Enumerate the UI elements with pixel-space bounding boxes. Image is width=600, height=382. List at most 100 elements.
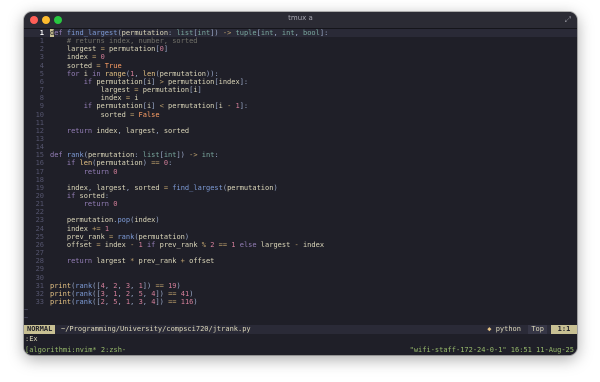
code-line[interactable]: 9 if permutation[i] < permutation[i - 1]… (24, 102, 577, 110)
code-line[interactable]: 27 (24, 249, 577, 257)
code-text: def rank(permutation: list[int]) -> int: (50, 151, 219, 160)
code-line[interactable]: 24 index += 1 (24, 225, 577, 233)
code-text: if len(permutation) == 0: (66, 159, 173, 168)
line-number: 33 (35, 297, 44, 306)
tmux-status-right: "wifi-staff-172-24-0-1" 16:51 11-Aug-25 (409, 346, 574, 354)
line-number: 2 (39, 45, 44, 54)
code-line[interactable]: 2 largest = permutation[0] (24, 45, 577, 53)
line-number: 18 (35, 175, 44, 184)
code-text: return largest * prev_rank + offset (66, 257, 215, 266)
line-number: 1 (39, 37, 44, 46)
line-number: 28 (35, 257, 44, 266)
code-text: sorted = False (50, 110, 160, 119)
code-text: return 0 (83, 167, 118, 176)
code-text: index = 0 (50, 53, 105, 62)
current-code-line[interactable]: 1 def find_largest(permutation: list[int]… (24, 29, 577, 38)
mode-indicator: NORMAL (24, 325, 56, 334)
code-line[interactable]: 21 return 0 (24, 200, 577, 208)
code-line[interactable]: 3 index = 0 (24, 53, 577, 61)
line-number: 19 (35, 183, 44, 192)
line-number: 30 (35, 273, 44, 282)
fullscreen-icon[interactable]: ⤢ (565, 15, 571, 25)
code-line[interactable]: 5 for i in range(1, len(permutation)): (24, 70, 577, 78)
tilde-marker: ~ (24, 306, 29, 315)
tilde-marker: ~ (24, 314, 29, 323)
code-line[interactable]: 19 index, largest, sorted = find_largest… (24, 184, 577, 192)
code-text: index += 1 (50, 224, 110, 233)
code-line[interactable]: 15 def rank(permutation: list[int]) -> in… (24, 151, 577, 159)
line-number: 29 (35, 265, 44, 274)
code-text: offset = index - 1 if prev_rank % 2 == 1… (50, 240, 325, 249)
code-line[interactable]: 8 index = i (24, 94, 577, 102)
code-text: print(rank([2, 5, 1, 3, 4]) == 116) (50, 297, 198, 306)
line-number: 15 (35, 151, 44, 160)
code-line[interactable]: 32 print(rank([3, 1, 2, 5, 4]) == 41) (24, 290, 577, 298)
code-line[interactable]: 31 print(rank([4, 2, 3, 1]) == 19) (24, 282, 577, 290)
code-line[interactable]: 12 return index, largest, sorted (24, 127, 577, 135)
code-line[interactable]: 26 offset = index - 1 if prev_rank % 2 =… (24, 241, 577, 249)
code-line[interactable]: 1 # returns index, number, sorted (24, 37, 577, 45)
line-number: 1 (39, 29, 44, 37)
code-line[interactable]: 20 if sorted: (24, 192, 577, 200)
line-number: 8 (39, 94, 44, 103)
code-text: largest = permutation[0] (50, 45, 169, 54)
code-line[interactable]: 11 (24, 119, 577, 127)
line-number: 27 (35, 249, 44, 258)
code-text: def find_largest(permutation: list[int])… (50, 29, 329, 37)
line-number: 17 (35, 167, 44, 176)
line-number: 20 (35, 192, 44, 200)
code-line[interactable]: 17 return 0 (24, 168, 577, 176)
editor-buffer[interactable]: 1 def find_largest(permutation: list[int]… (24, 29, 577, 335)
code-line[interactable]: 18 (24, 176, 577, 184)
line-number: 10 (35, 110, 44, 119)
status-line: NORMAL ~/Programming/University/compsci7… (24, 325, 577, 334)
line-number: 13 (35, 134, 44, 143)
code-line[interactable]: 14 (24, 143, 577, 151)
code-text: if sorted: (66, 192, 110, 200)
code-line[interactable]: 28 return largest * prev_rank + offset (24, 257, 577, 265)
code-line[interactable]: 22 (24, 208, 577, 216)
line-number: 7 (39, 86, 44, 95)
code-text: prev_rank = rank(permutation) (50, 232, 190, 241)
code-line[interactable]: 6 if permutation[i] > permutation[index]… (24, 78, 577, 86)
code-line[interactable]: 4 sorted = True (24, 62, 577, 70)
line-number: 14 (35, 143, 44, 152)
python-icon: ◆ (487, 325, 492, 333)
code-text: index = i (50, 94, 139, 103)
line-number: 4 (39, 61, 44, 70)
line-number: 11 (35, 118, 44, 127)
code-line[interactable]: 16 if len(permutation) == 0: (24, 159, 577, 167)
code-text: if permutation[i] < permutation[i - 1]: (83, 102, 249, 111)
line-number: 21 (35, 200, 44, 209)
tmux-status-bar: [algorithmi:nvim* 2:zsh- "wifi-staff-172… (24, 345, 577, 355)
line-number: 25 (35, 232, 44, 241)
code-text: return index, largest, sorted (66, 126, 190, 135)
code-text: permutation.pop(index) (50, 216, 160, 225)
line-number: 12 (35, 126, 44, 135)
code-line[interactable]: 10 sorted = False (24, 111, 577, 119)
code-text: index, largest, sorted = find_largest(pe… (50, 183, 278, 192)
code-text: print(rank([3, 1, 2, 5, 4]) == 41) (50, 289, 194, 298)
line-number: 6 (39, 77, 44, 86)
line-number: 9 (39, 102, 44, 111)
line-number: 5 (39, 69, 44, 78)
code-text: sorted = True (50, 61, 122, 70)
filetype-text: python (495, 325, 521, 333)
code-line[interactable]: 33 print(rank([2, 5, 1, 3, 4]) == 116) (24, 298, 577, 306)
code-text: largest = permutation[i] (50, 86, 202, 95)
code-line[interactable]: 13 (24, 135, 577, 143)
code-line[interactable]: 30 (24, 274, 577, 282)
terminal-window: tmux a ⤢ 1 def find_largest(permutation: … (24, 12, 577, 355)
code-text: # returns index, number, sorted (66, 37, 198, 46)
code-line[interactable]: 25 prev_rank = rank(permutation) (24, 233, 577, 241)
code-text: if permutation[i] > permutation[index]: (83, 77, 249, 86)
command-line[interactable]: :Ex (24, 335, 577, 344)
code-line[interactable]: 29 (24, 265, 577, 273)
title-bar: tmux a ⤢ (24, 12, 577, 29)
code-line[interactable]: 7 largest = permutation[i] (24, 86, 577, 94)
line-number: 16 (35, 159, 44, 168)
code-line[interactable]: 23 permutation.pop(index) (24, 216, 577, 224)
tmux-window-list[interactable]: [algorithmi:nvim* 2:zsh- (25, 345, 126, 355)
filetype-label: ◆ python (487, 325, 521, 334)
code-text: print(rank([4, 2, 3, 1]) == 19) (50, 281, 181, 290)
